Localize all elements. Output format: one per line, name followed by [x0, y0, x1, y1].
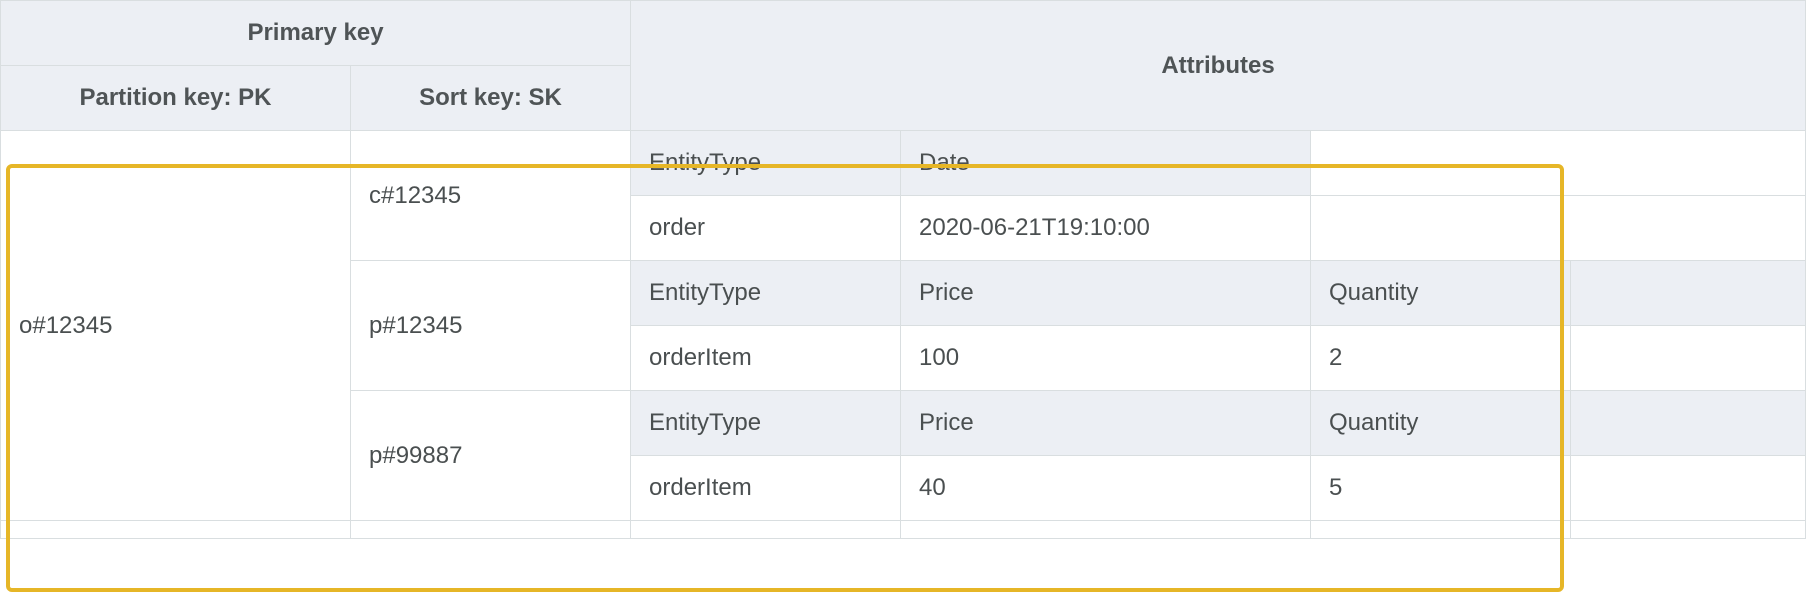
- attr-label-cell: [1311, 131, 1571, 196]
- attr-label-cell: Quantity: [1311, 391, 1571, 456]
- attr-label-cell: Quantity: [1311, 261, 1571, 326]
- header-primary-key: Primary key: [1, 1, 631, 66]
- attr-value-cell: 2: [1311, 326, 1571, 391]
- attr-value-cell: [1571, 326, 1806, 391]
- attr-value-cell: 40: [901, 456, 1311, 521]
- sk-cell: c#12345: [351, 131, 631, 261]
- attr-label-cell: [1571, 391, 1806, 456]
- table-row: o#12345 c#12345 EntityType Date: [1, 131, 1806, 196]
- sk-cell: p#12345: [351, 261, 631, 391]
- attr-value-cell: 100: [901, 326, 1311, 391]
- attr-value-cell: orderItem: [631, 326, 901, 391]
- header-attributes: Attributes: [631, 1, 1806, 131]
- attr-label-cell: EntityType: [631, 391, 901, 456]
- attr-value-cell: [1571, 196, 1806, 261]
- attr-value-cell: 5: [1311, 456, 1571, 521]
- attr-value-cell: [1311, 196, 1571, 261]
- attr-label-cell: EntityType: [631, 131, 901, 196]
- attr-label-cell: Date: [901, 131, 1311, 196]
- attr-label-cell: Price: [901, 391, 1311, 456]
- table-container: Primary key Attributes Partition key: PK…: [0, 0, 1806, 594]
- attr-label-cell: [1571, 131, 1806, 196]
- attr-value-cell: orderItem: [631, 456, 901, 521]
- attr-label-cell: Price: [901, 261, 1311, 326]
- header-partition-key: Partition key: PK: [1, 66, 351, 131]
- attr-label-cell: [1571, 261, 1806, 326]
- dynamodb-table: Primary key Attributes Partition key: PK…: [0, 0, 1806, 539]
- pk-cell: o#12345: [1, 131, 351, 521]
- attr-value-cell: 2020-06-21T19:10:00: [901, 196, 1311, 261]
- attr-value-cell: order: [631, 196, 901, 261]
- header-sort-key: Sort key: SK: [351, 66, 631, 131]
- attr-label-cell: EntityType: [631, 261, 901, 326]
- table-row: [1, 521, 1806, 539]
- sk-cell: p#99887: [351, 391, 631, 521]
- attr-value-cell: [1571, 456, 1806, 521]
